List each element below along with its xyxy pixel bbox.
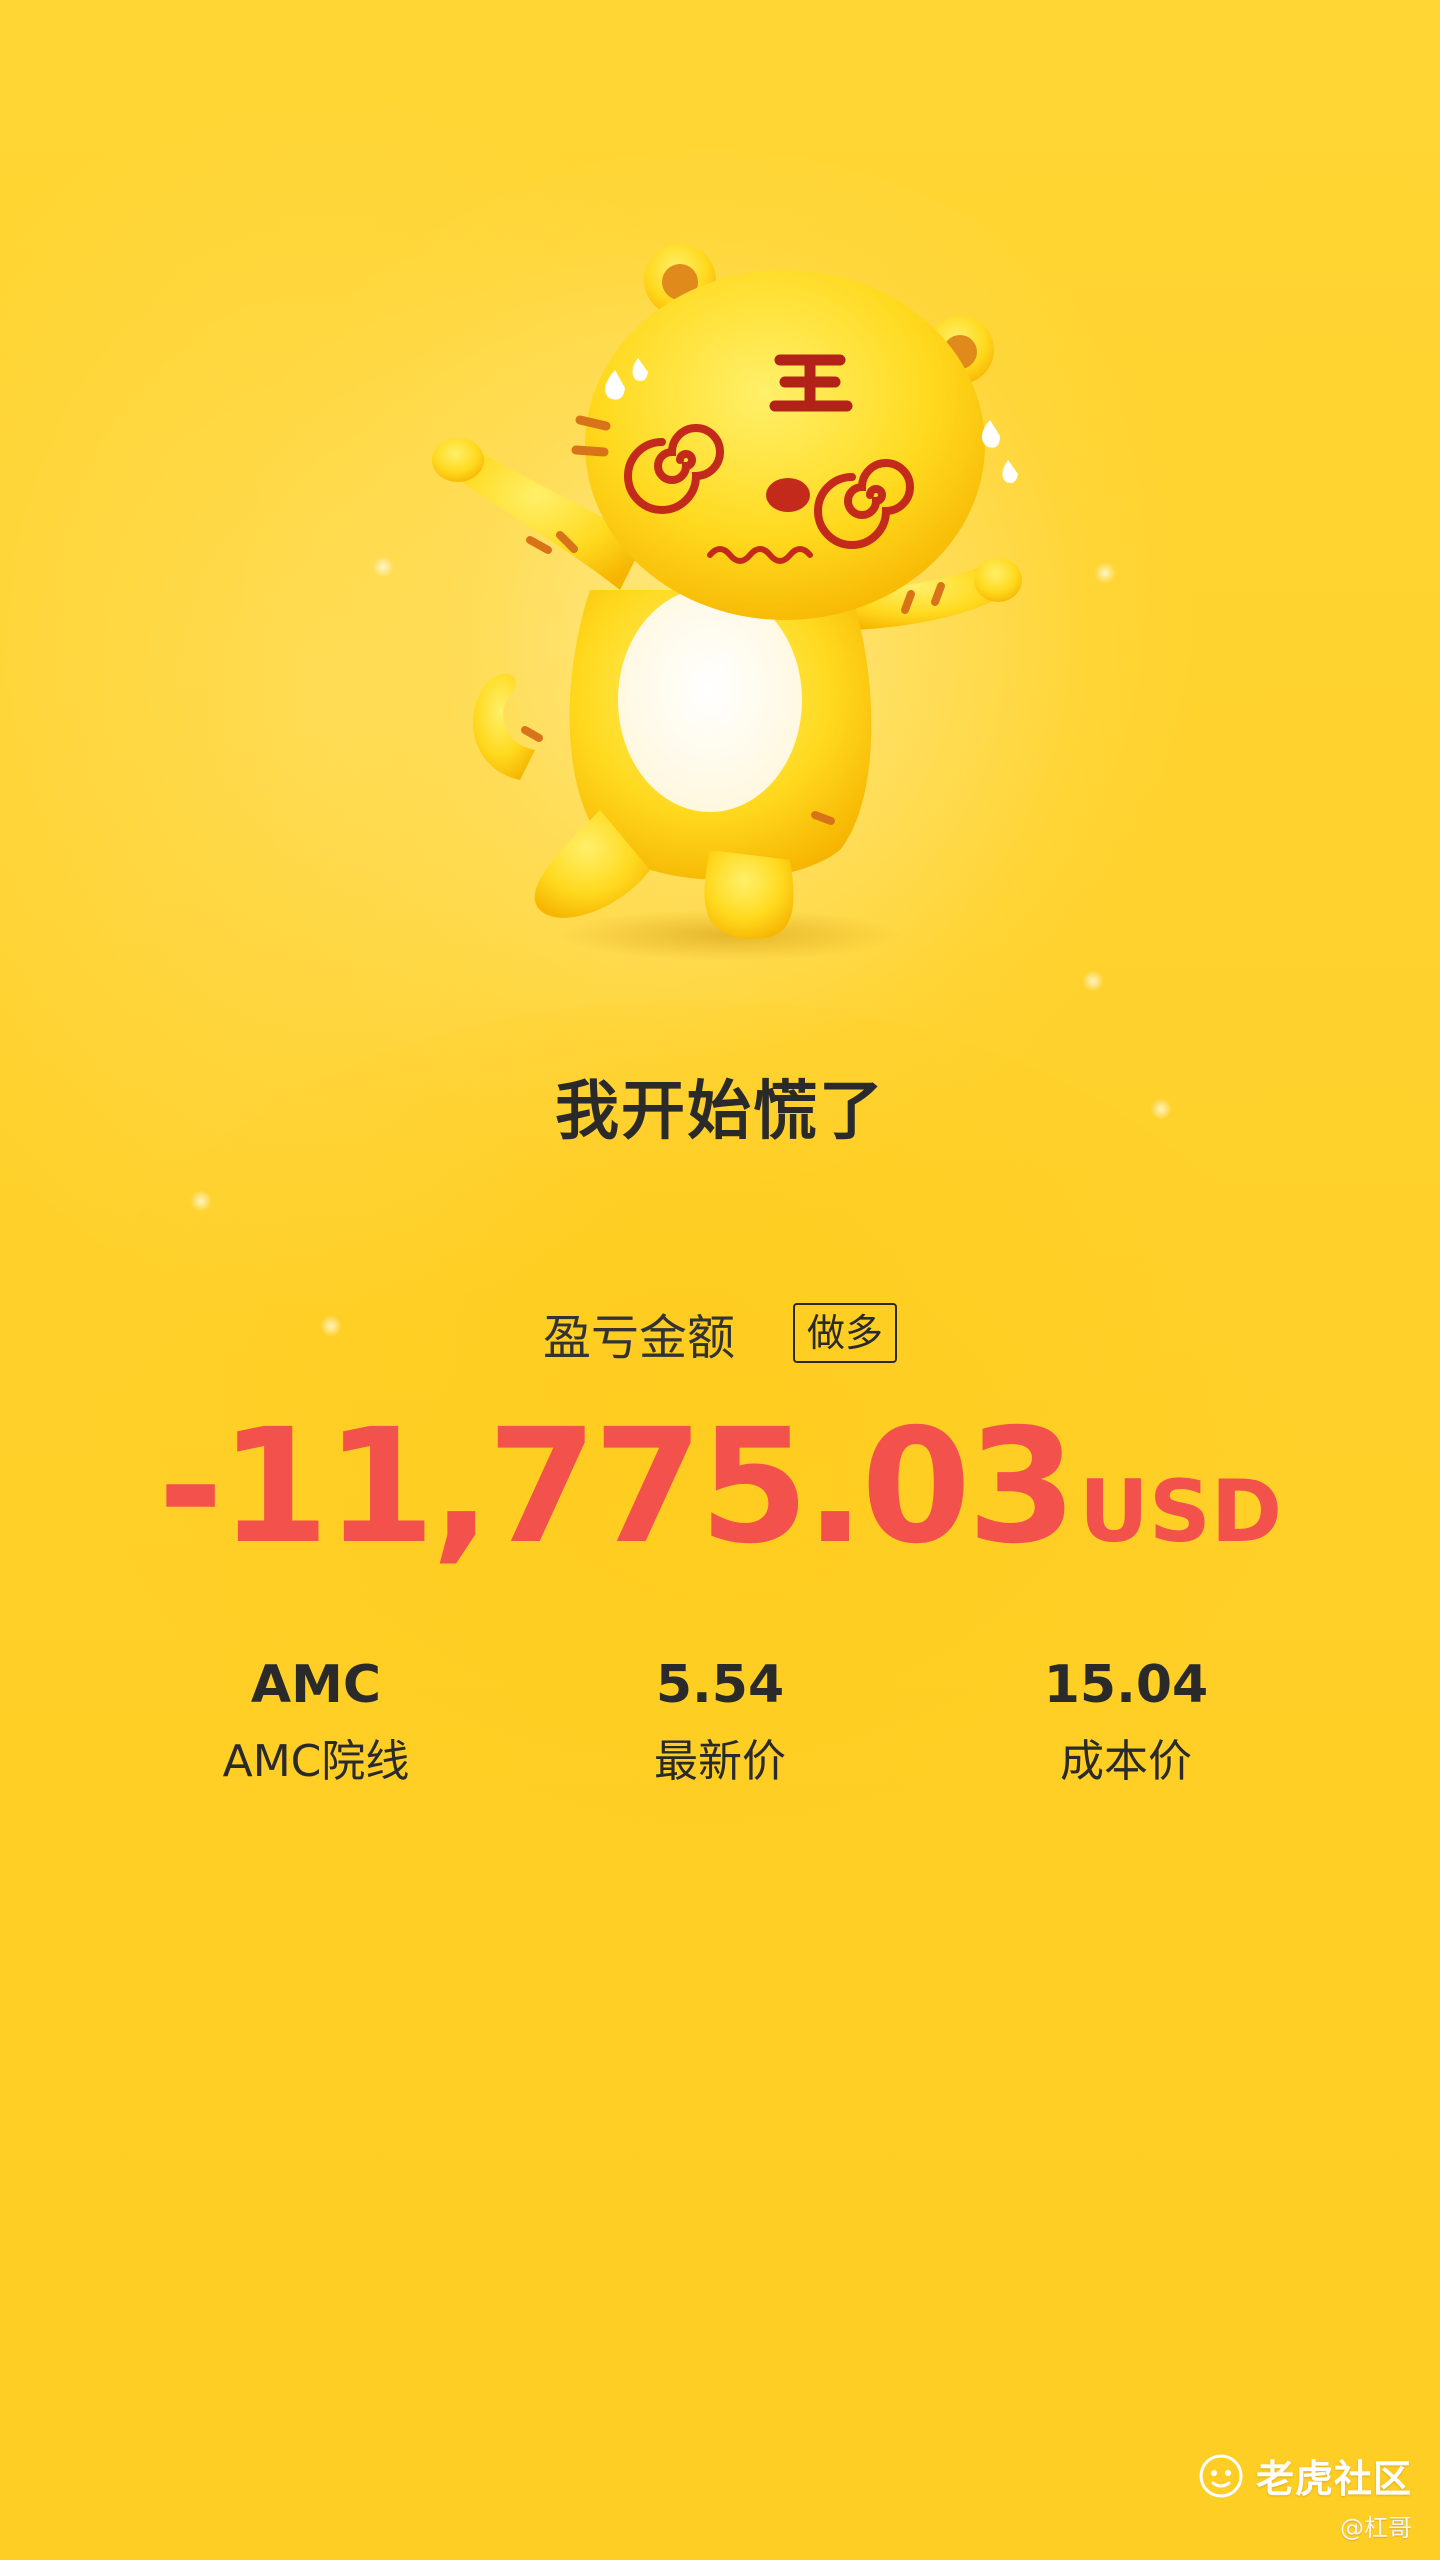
pnl-label: 盈亏金额 <box>542 1310 735 1366</box>
mood-headline: 我开始慌了 <box>555 1075 885 1149</box>
sparkle-icon <box>1094 562 1116 584</box>
stat-ticker: AMC AMC院线 <box>166 1650 466 1792</box>
stat-value: 15.04 <box>1043 1655 1209 1715</box>
dizzy-tiger-mascot <box>432 244 1022 961</box>
stat-label: 成本价 <box>1060 1736 1192 1787</box>
sparkle-icon <box>372 556 394 578</box>
pnl-amount-value: -11,775.03 <box>157 1395 1077 1579</box>
sparkle-icon <box>190 1190 212 1212</box>
pnl-amount: -11,775.03USD <box>0 1395 1440 1579</box>
tiger-logo-icon <box>1199 2454 1243 2497</box>
brand-name: 老虎社区 <box>1255 2457 1412 2501</box>
stat-label: 最新价 <box>654 1736 786 1787</box>
sparkle-icon <box>1082 970 1104 992</box>
position-stats: AMC AMC院线 5.54 最新价 15.04 成本价 <box>0 1650 1440 1810</box>
stat-latest-price: 5.54 最新价 <box>570 1650 870 1792</box>
pnl-currency: USD <box>1079 1462 1283 1562</box>
stat-value: 5.54 <box>655 1655 785 1715</box>
stat-label: AMC院线 <box>222 1736 410 1787</box>
author-tag: @杠哥 <box>1340 2514 1412 2542</box>
pnl-header: 盈亏金额 做多 <box>0 1298 1440 1368</box>
brand-watermark: 老虎社区 <box>1198 2448 1412 2503</box>
direction-badge: 做多 <box>793 1303 898 1363</box>
stat-value: AMC <box>250 1655 382 1715</box>
stat-cost-price: 15.04 成本价 <box>976 1650 1276 1792</box>
